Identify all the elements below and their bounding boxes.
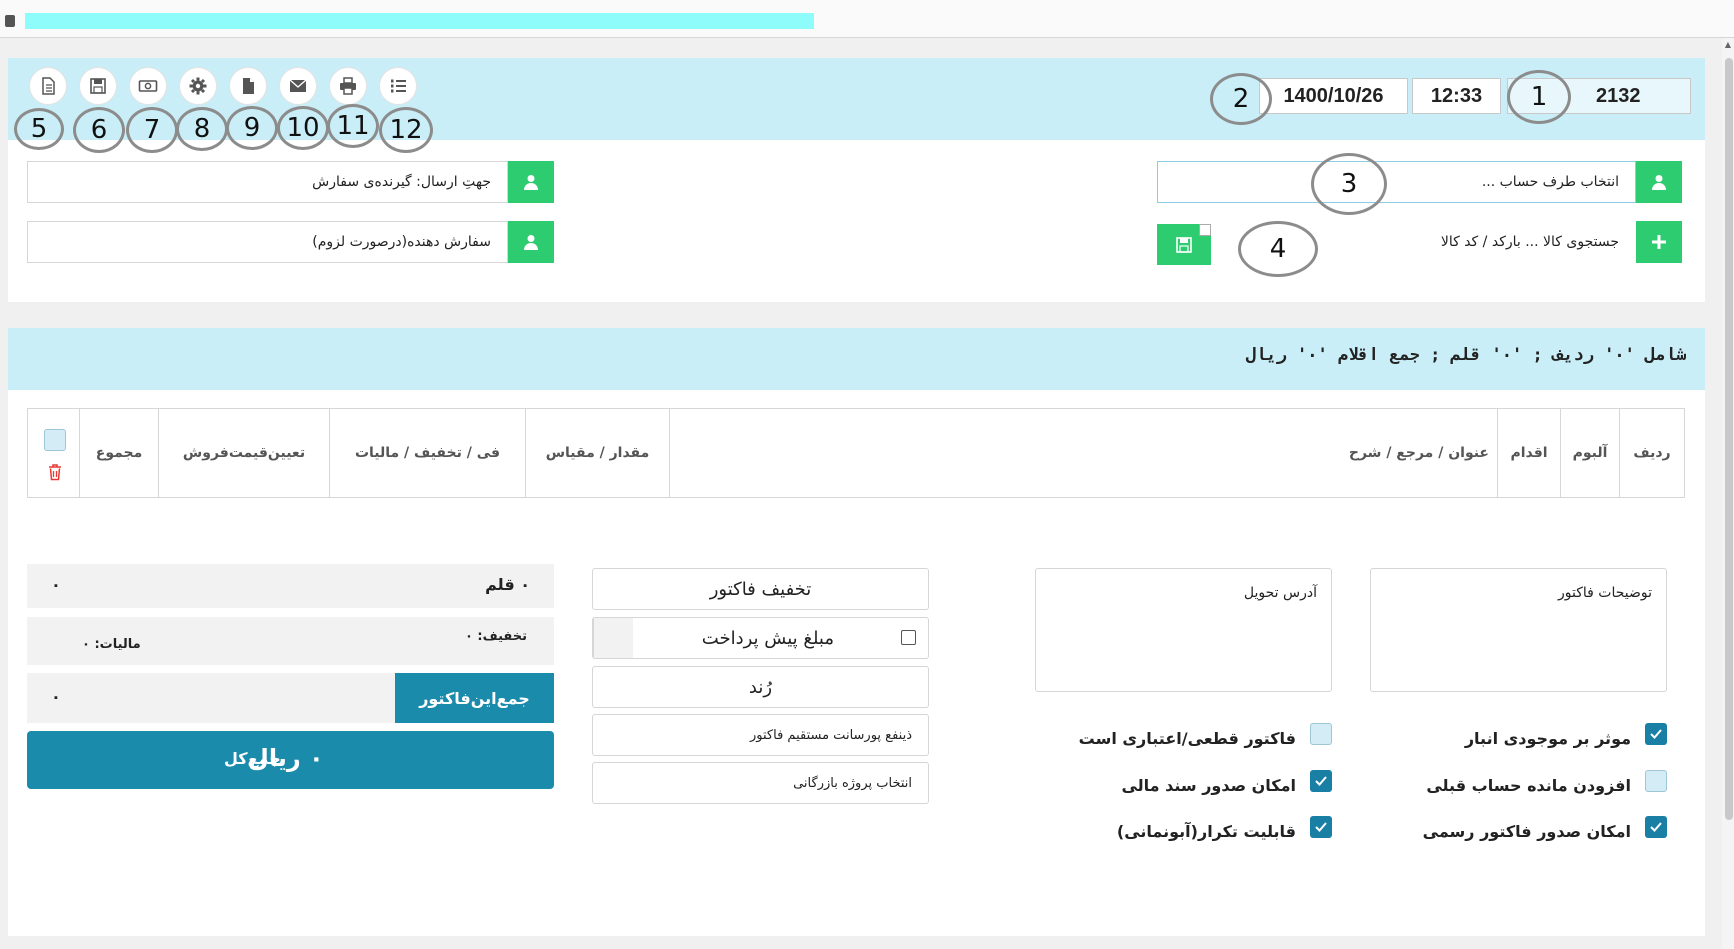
user-icon [1652,175,1666,190]
items-count-label: ۰ قلم [485,575,530,594]
prepayment-field[interactable]: مبلغ پیش پرداخت [592,617,929,659]
label-add-previous-balance: افزودن مانده حساب قبلی [1426,776,1631,795]
col-action: اقدام [1497,409,1560,497]
checkbox-final-invoice[interactable] [1310,723,1332,745]
list-icon [391,79,406,93]
account-user-button[interactable] [1636,161,1682,203]
checkbox-affects-inventory[interactable] [1645,723,1667,745]
checkbox-financial-document[interactable] [1310,770,1332,792]
quick-save-checkbox[interactable] [1199,224,1211,236]
print-button[interactable] [329,67,367,105]
items-count-row: ۰ قلم ۰ [27,564,554,608]
user-icon [524,175,538,190]
annotation-4: 4 [1238,221,1318,277]
settings-icon [189,77,207,95]
round-button[interactable]: رُند [592,666,929,708]
new-invoice-button[interactable] [29,67,67,105]
settings-button[interactable] [179,67,217,105]
items-summary: شامل '۰' ردیف ; '۰' قلم ; جمع اقلام '۰' … [1245,345,1686,365]
ship-to-user-button[interactable] [508,161,554,203]
email-button[interactable] [279,67,317,105]
annotation-2: 2 [1210,73,1272,125]
annotation-6: 6 [73,107,125,153]
invoice-discount-button[interactable]: تخفیف فاکتور [592,568,929,610]
annotation-11: 11 [327,104,379,148]
col-total: مجموع [79,409,158,497]
ship-to-input[interactable]: جهتِ ارسال: گیرنده‌ی سفارش [27,161,508,203]
label-subscription: قابلیت تکرار(آبونمانی) [1116,822,1296,841]
invoice-total-value: ۰ [51,687,61,706]
grand-total-bar: جمع‌کل ۰ ریال [27,731,554,789]
time-field[interactable]: 12:33 [1412,78,1501,114]
checkbox-subscription[interactable] [1310,816,1332,838]
col-album: آلبوم [1560,409,1619,497]
label-official-invoice: امکان صدور فاکتور رسمی [1422,822,1631,841]
browser-top-bar [0,0,1734,38]
date-field[interactable]: 1400/10/26 [1259,78,1408,114]
cash-button[interactable] [129,67,167,105]
add-product-button[interactable] [1636,221,1682,263]
annotation-3: 3 [1311,153,1387,215]
new-invoice-icon [42,77,55,95]
delivery-address-textarea[interactable]: آدرس تحویل [1035,568,1332,692]
annotation-1: 1 [1507,70,1571,124]
label-final-invoice: فاکتور قطعی/اعتباری است [1078,729,1296,748]
cash-icon [138,80,158,92]
checkbox-official-invoice[interactable] [1645,816,1667,838]
discount-value: تخفیف: ۰ [464,629,527,644]
discount-tax-row: تخفیف: ۰ مالیات: ۰ [27,617,554,665]
orderer-input[interactable]: سفارش دهنده(درصورت لزوم) [27,221,508,263]
prepayment-checkbox-wrap [593,618,633,658]
items-table-header: ردیف آلبوم اقدام عنوان / مرجع / شرح مقدا… [27,408,1685,498]
orderer-user-button[interactable] [508,221,554,263]
plus-icon [1652,235,1666,249]
account-select-input[interactable]: انتخاب طرف حساب ... [1157,161,1636,203]
list-button[interactable] [379,67,417,105]
col-price: فی / تخفیف / مالیات [329,409,525,497]
col-title: عنوان / مرجع / شرح [669,409,1497,497]
save-icon [90,78,106,94]
lock-icon [5,15,15,27]
scroll-up-arrow[interactable]: ▲ [1722,40,1734,52]
save-icon [1176,236,1192,253]
invoice-description-textarea[interactable]: توضیحات فاکتور [1370,568,1667,692]
label-financial-document: امکان صدور سند مالی [1121,776,1296,795]
grand-total-value: ۰ ریال [248,744,324,772]
annotation-10: 10 [277,106,329,150]
annotation-12: 12 [379,107,433,153]
checkbox-add-previous-balance[interactable] [1645,770,1667,792]
items-count-value: ۰ [51,575,61,594]
print-icon [340,77,356,95]
document-icon [243,78,254,94]
col-quantity: مقدار / مقیاس [525,409,669,497]
annotation-8: 8 [176,107,228,151]
col-set-price: تعیین‌قیمت‌فروش [158,409,329,497]
trade-project-field[interactable]: انتخاب پروژه بازرگانی [592,762,929,804]
tax-value: مالیات: ۰ [82,637,141,652]
label-affects-inventory: موثر بر موجودی انبار [1464,729,1631,748]
address-bar-highlight [25,13,814,29]
email-icon [289,79,307,92]
invoice-total-label: جمع‌این‌فاکتور [395,673,554,723]
prepayment-checkbox[interactable] [901,630,916,645]
delete-icon[interactable] [46,463,64,481]
select-all-checkbox[interactable] [44,429,66,451]
col-row: ردیف [1619,409,1684,497]
save-button[interactable] [79,67,117,105]
scrollbar-thumb[interactable] [1725,58,1733,820]
user-icon [524,235,538,250]
document-button[interactable] [229,67,267,105]
annotation-5: 5 [14,108,64,150]
annotation-7: 7 [126,107,178,153]
annotation-9: 9 [226,106,278,150]
commission-beneficiary-field[interactable]: ذینفع پورسانت مستقیم فاکتور [592,714,929,756]
